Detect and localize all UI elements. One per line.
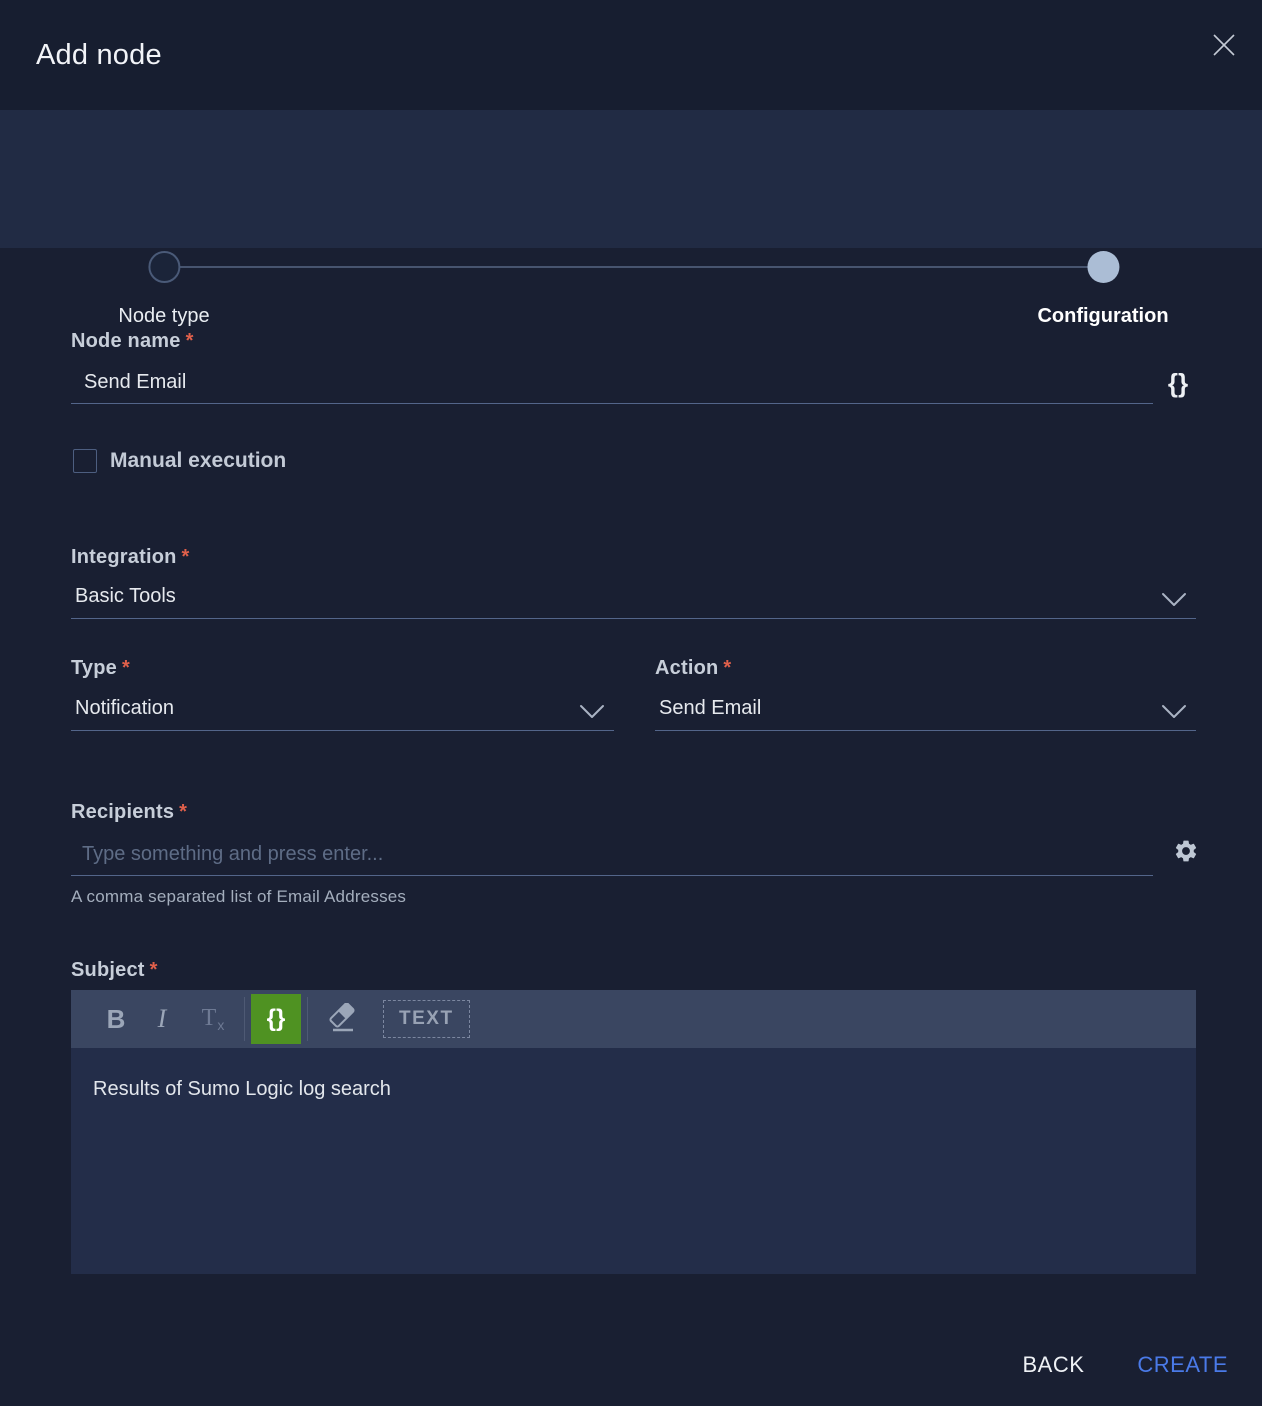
action-select[interactable]: Send Email <box>655 695 1196 731</box>
manual-execution-checkbox[interactable] <box>73 449 97 473</box>
configuration-form: Node name* {} Manual execution Integrati… <box>0 248 1262 1406</box>
clear-formatting-button[interactable]: Tx <box>185 994 241 1044</box>
action-label-text: Action <box>655 657 718 679</box>
recipients-settings-button[interactable] <box>1172 838 1200 866</box>
integration-label-text: Integration <box>71 546 177 568</box>
italic-icon: I <box>158 1004 167 1034</box>
recipients-label: Recipients* <box>71 801 187 824</box>
chevron-down-icon <box>578 704 606 725</box>
toolbar-separator <box>307 997 308 1041</box>
action-label: Action* <box>655 657 731 680</box>
text-mode-label: TEXT <box>399 1008 454 1030</box>
recipients-label-text: Recipients <box>71 801 174 823</box>
text-mode-button[interactable]: TEXT <box>383 1000 470 1038</box>
toolbar-separator <box>244 997 245 1041</box>
bold-button[interactable]: B <box>93 994 139 1044</box>
subject-required-asterisk: * <box>150 959 158 981</box>
chevron-down-icon <box>1160 704 1188 725</box>
create-button[interactable]: CREATE <box>1137 1352 1228 1378</box>
node-name-label-text: Node name <box>71 330 181 352</box>
add-node-modal: Add node Node type Configuration Node na… <box>0 0 1262 1406</box>
type-select[interactable]: Notification <box>71 695 614 731</box>
integration-select[interactable]: Basic Tools <box>71 583 1196 619</box>
clear-formatting-t: T <box>202 1005 217 1031</box>
gear-icon <box>1173 852 1199 867</box>
modal-header: Add node <box>0 0 1262 110</box>
integration-label: Integration* <box>71 546 190 569</box>
subject-label-text: Subject <box>71 959 145 981</box>
stepper: Node type Configuration <box>0 110 1262 248</box>
recipients-required-asterisk: * <box>179 801 187 823</box>
braces-icon: {} <box>267 1005 286 1033</box>
action-selected-value: Send Email <box>655 695 1196 720</box>
subject-label: Subject* <box>71 959 158 982</box>
subject-editor-toolbar: B I Tx {} <box>71 990 1196 1048</box>
bold-icon: B <box>107 1004 126 1035</box>
italic-button[interactable]: I <box>139 994 185 1044</box>
back-button[interactable]: BACK <box>1022 1352 1084 1378</box>
node-name-required-asterisk: * <box>186 330 194 352</box>
close-icon <box>1210 31 1238 62</box>
clear-formatting-icon: Tx <box>202 1005 225 1034</box>
subject-editor: B I Tx {} <box>71 990 1196 1274</box>
node-name-label: Node name* <box>71 330 194 353</box>
braces-icon[interactable]: {} <box>1160 368 1196 399</box>
eraser-button[interactable] <box>311 994 373 1044</box>
close-button[interactable] <box>1210 32 1238 60</box>
subject-input[interactable]: Results of Sumo Logic log search <box>71 1048 1196 1274</box>
manual-execution-label: Manual execution <box>110 449 286 473</box>
modal-footer: BACK CREATE <box>1022 1352 1228 1378</box>
integration-required-asterisk: * <box>182 546 190 568</box>
eraser-icon <box>325 1003 359 1036</box>
action-required-asterisk: * <box>723 657 731 679</box>
integration-selected-value: Basic Tools <box>71 583 1196 608</box>
recipients-input[interactable] <box>71 840 1153 875</box>
node-name-input[interactable] <box>71 368 1153 403</box>
type-label-text: Type <box>71 657 117 679</box>
recipients-field <box>71 840 1153 876</box>
type-label: Type* <box>71 657 130 680</box>
subject-value: Results of Sumo Logic log search <box>93 1078 391 1100</box>
manual-execution-checkbox-row[interactable]: Manual execution <box>73 449 286 473</box>
type-selected-value: Notification <box>71 695 614 720</box>
chevron-down-icon <box>1160 592 1188 613</box>
type-required-asterisk: * <box>122 657 130 679</box>
node-name-field <box>71 368 1153 404</box>
modal-title: Add node <box>36 39 162 72</box>
clear-formatting-x: x <box>217 1017 224 1033</box>
insert-variable-button[interactable]: {} <box>251 994 301 1044</box>
recipients-help-text: A comma separated list of Email Addresse… <box>71 887 406 907</box>
